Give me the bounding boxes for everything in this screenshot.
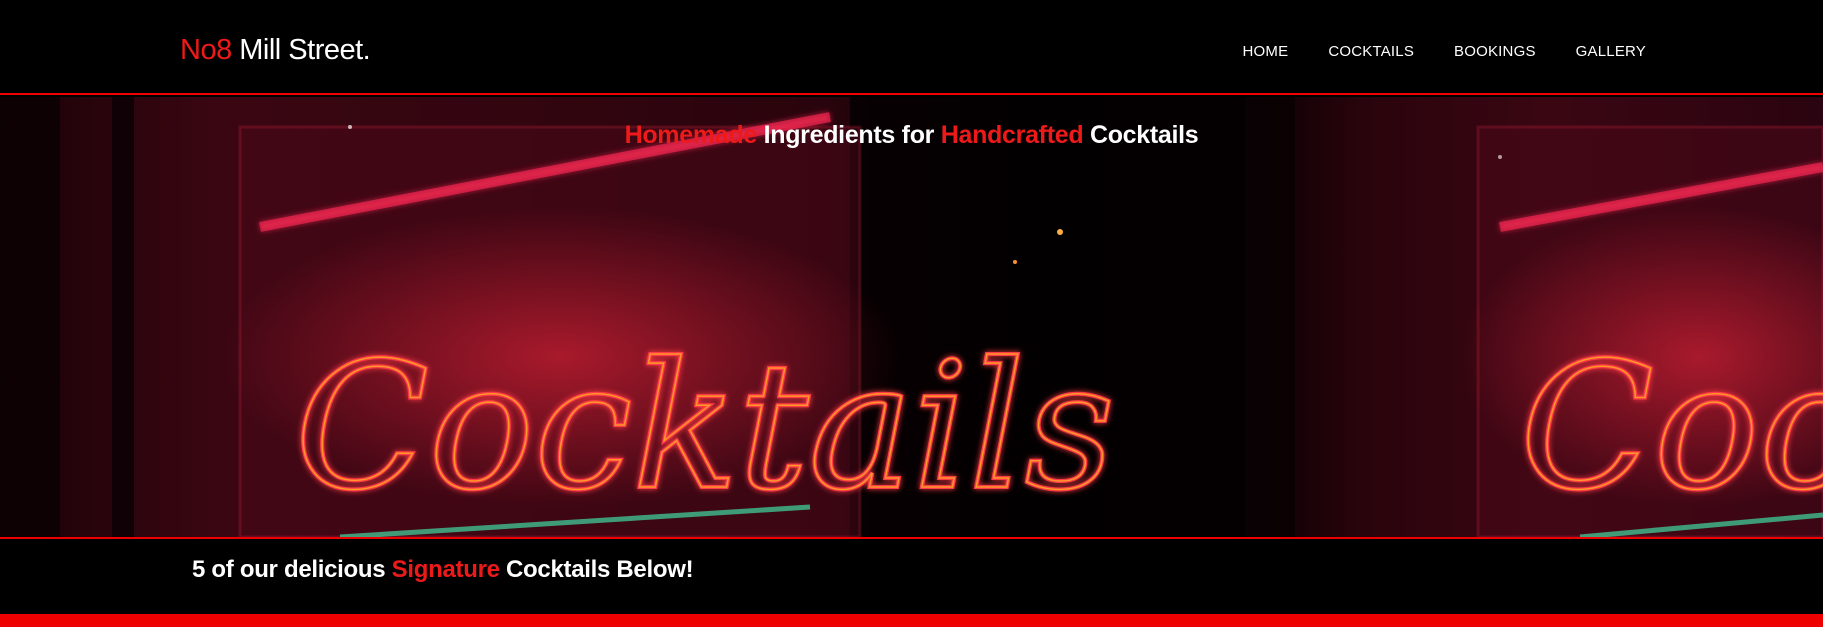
hero-neon-sign-image: Cocktails Cocktails Cocktails Cocktails	[0, 97, 1823, 537]
hero-heading-ingredients: Ingredients for	[756, 121, 941, 149]
nav-cocktails-link[interactable]: COCKTAILS	[1328, 43, 1414, 60]
signature-tagline: 5 of our delicious Signature Cocktails B…	[192, 556, 694, 584]
tagline-intro: 5 of our delicious	[192, 556, 392, 583]
nav-home-link[interactable]: HOME	[1243, 43, 1289, 60]
tagline-outro: Cocktails Below!	[499, 556, 694, 583]
navbar: No8 Mill Street. HOME COCKTAILS BOOKINGS…	[0, 0, 1823, 95]
brand-name: Mill Street.	[231, 34, 371, 66]
brand-accent: No8	[180, 34, 232, 66]
nav-bookings-link[interactable]: BOOKINGS	[1454, 43, 1536, 60]
hero-heading-homemade: Homemade	[624, 121, 758, 149]
hero-heading: Homemade Ingredients for Handcrafted Coc…	[0, 121, 1823, 150]
nav-menu: HOME COCKTAILS BOOKINGS GALLERY	[1243, 43, 1647, 60]
neon-sign-text-right-inner: Cocktails	[1520, 326, 1823, 529]
nav-gallery-link[interactable]: GALLERY	[1576, 43, 1646, 60]
hero-heading-cocktails: Cocktails	[1083, 121, 1199, 149]
red-section-divider	[0, 614, 1823, 627]
hero-bottom-divider	[0, 537, 1823, 539]
neon-sign-text-inner: Cocktails	[295, 326, 1115, 529]
tagline-signature: Signature	[391, 556, 500, 583]
hero-banner: Cocktails Cocktails Cocktails Cocktails …	[0, 97, 1823, 537]
hero-heading-handcrafted: Handcrafted	[940, 121, 1084, 149]
brand-logo-link[interactable]: No8 Mill Street.	[180, 34, 371, 67]
